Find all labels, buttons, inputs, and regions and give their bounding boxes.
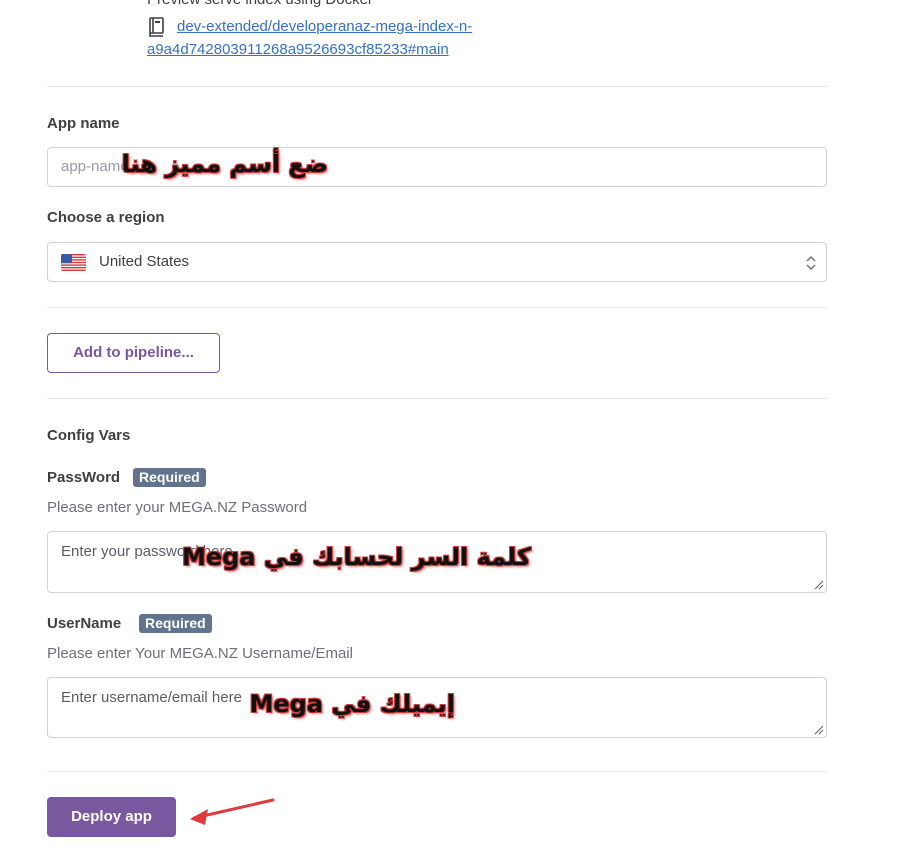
password-label: PassWord — [47, 469, 121, 486]
us-flag-icon — [61, 254, 86, 271]
up-down-chevron-icon — [806, 255, 816, 271]
add-to-pipeline-button[interactable]: Add to pipeline... — [47, 333, 220, 373]
required-badge: Required — [133, 468, 206, 487]
region-value: United States — [99, 253, 190, 270]
region-select[interactable]: United States — [47, 242, 827, 282]
password-help: Please enter your MEGA.NZ Password — [47, 499, 308, 516]
divider — [47, 86, 827, 87]
app-name-annotation: ضع أسم مميز هنا — [121, 150, 328, 178]
password-annotation: كلمة السر لحسابك في Mega — [181, 543, 531, 571]
repo-link-block: dev-extended/developeranaz-mega-index-n-… — [147, 15, 547, 61]
username-annotation: إيميلك في Mega — [249, 690, 455, 718]
app-name-placeholder: app-name — [61, 158, 129, 175]
app-name-label: App name — [47, 115, 120, 132]
divider — [47, 771, 827, 772]
config-vars-heading: Config Vars — [47, 427, 131, 444]
region-label: Choose a region — [47, 209, 165, 226]
username-placeholder: Enter username/email here — [61, 689, 242, 706]
resize-grip-icon[interactable] — [813, 724, 824, 735]
required-badge: Required — [139, 614, 212, 633]
username-help: Please enter Your MEGA.NZ Username/Email — [47, 645, 353, 662]
repo-link[interactable]: dev-extended/developeranaz-mega-index-n-… — [147, 15, 547, 61]
deploy-app-button[interactable]: Deploy app — [47, 797, 176, 837]
book-icon — [149, 17, 164, 37]
red-arrow-icon — [190, 798, 275, 825]
clipped-description: Preview serve index using Docker — [147, 0, 373, 8]
username-label: UserName — [47, 615, 122, 632]
resize-grip-icon[interactable] — [813, 579, 824, 590]
divider — [47, 307, 827, 308]
divider — [47, 398, 827, 399]
